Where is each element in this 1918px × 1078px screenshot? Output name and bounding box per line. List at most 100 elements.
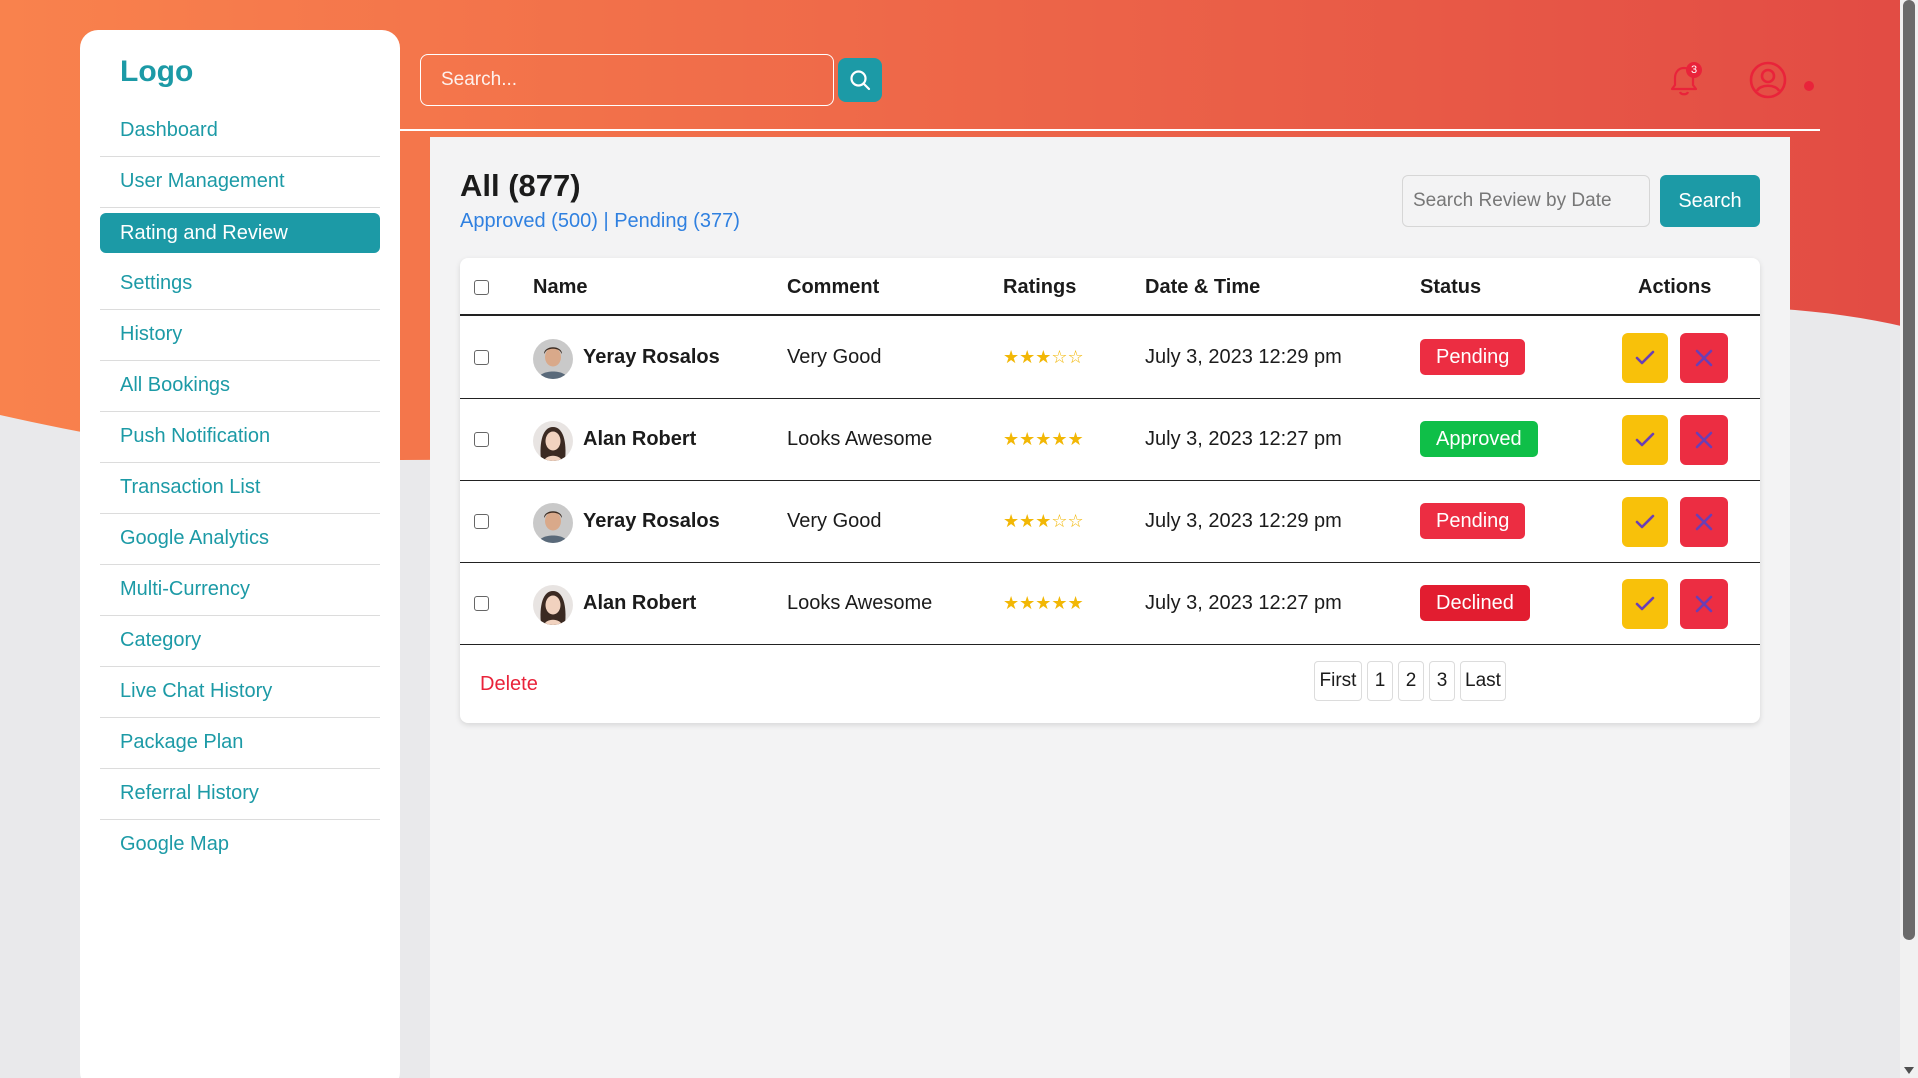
avatar bbox=[533, 339, 573, 379]
table-header: Name Comment Ratings Date & Time Status … bbox=[460, 258, 1760, 316]
avatar-image bbox=[533, 339, 573, 379]
column-header-date: Date & Time bbox=[1145, 276, 1261, 298]
status-badge: Declined bbox=[1420, 585, 1530, 621]
sidebar-item-transaction-list[interactable]: Transaction List bbox=[100, 463, 380, 514]
global-search-button[interactable] bbox=[838, 58, 882, 102]
avatar-image bbox=[533, 503, 573, 543]
column-header-name: Name bbox=[533, 276, 588, 298]
page-button-first[interactable]: First bbox=[1314, 661, 1362, 701]
sidebar-item-history[interactable]: History bbox=[100, 310, 380, 361]
row-checkbox[interactable] bbox=[474, 432, 489, 447]
avatar bbox=[533, 503, 573, 543]
sidebar-item-rating-and-review[interactable]: Rating and Review bbox=[100, 213, 380, 253]
reject-button[interactable] bbox=[1680, 415, 1728, 465]
sidebar: Logo Dashboard User Management Rating and … bbox=[80, 30, 400, 1078]
reviewer-name: Yeray Rosalos bbox=[583, 346, 720, 368]
header-divider bbox=[400, 129, 1820, 131]
table-row: Alan Robert Looks Awesome ★★★★★ July 3, 202… bbox=[460, 400, 1760, 481]
global-search-input[interactable] bbox=[441, 69, 821, 91]
check-icon bbox=[1635, 514, 1655, 529]
sidebar-item-live-chat-history[interactable]: Live Chat History bbox=[100, 667, 380, 718]
reviews-table: Name Comment Ratings Date & Time Status … bbox=[460, 258, 1760, 723]
avatar bbox=[533, 585, 573, 625]
select-all-checkbox[interactable] bbox=[474, 280, 489, 295]
review-date: July 3, 2023 12:29 pm bbox=[1145, 510, 1342, 532]
column-header-ratings: Ratings bbox=[1003, 276, 1077, 298]
avatar bbox=[533, 421, 573, 461]
column-header-comment: Comment bbox=[787, 276, 880, 298]
page-button-1[interactable]: 1 bbox=[1367, 661, 1393, 701]
status-badge: Approved bbox=[1420, 421, 1538, 457]
column-header-actions: Actions bbox=[1638, 276, 1712, 298]
check-icon bbox=[1635, 596, 1655, 611]
avatar-image bbox=[533, 585, 573, 625]
page-button-3[interactable]: 3 bbox=[1429, 661, 1455, 701]
review-comment: Very Good bbox=[787, 510, 882, 532]
scroll-down-arrow-icon[interactable] bbox=[1904, 1067, 1914, 1074]
star-rating: ★★★★★ bbox=[1003, 593, 1084, 613]
approve-button[interactable] bbox=[1622, 579, 1668, 629]
approve-button[interactable] bbox=[1622, 497, 1668, 547]
filter-approved-link[interactable]: Approved (500) bbox=[460, 210, 598, 232]
global-search-field[interactable] bbox=[420, 54, 834, 106]
approve-button[interactable] bbox=[1622, 415, 1668, 465]
row-checkbox[interactable] bbox=[474, 596, 489, 611]
pagination: First 1 2 3 Last bbox=[460, 661, 1760, 701]
filter-pending-link[interactable]: Pending (377) bbox=[614, 210, 740, 232]
review-comment: Very Good bbox=[787, 346, 882, 368]
close-icon bbox=[1695, 513, 1713, 531]
page-title: All (877) bbox=[460, 168, 581, 203]
sidebar-item-category[interactable]: Category bbox=[100, 616, 380, 667]
page-button-2[interactable]: 2 bbox=[1398, 661, 1424, 701]
sidebar-item-settings[interactable]: Settings bbox=[100, 259, 380, 310]
table-row: Alan Robert Looks Awesome ★★★★★ July 3, 202… bbox=[460, 564, 1760, 645]
close-icon bbox=[1695, 431, 1713, 449]
reviewer-name: Alan Robert bbox=[583, 428, 697, 450]
sidebar-item-referral-history[interactable]: Referral History bbox=[100, 769, 380, 820]
online-status-dot bbox=[1804, 81, 1814, 91]
table-row: Yeray Rosalos Very Good ★★★☆☆ July 3, 2023 … bbox=[460, 482, 1760, 563]
reject-button[interactable] bbox=[1680, 579, 1728, 629]
check-icon bbox=[1635, 432, 1655, 447]
page-scrollbar[interactable] bbox=[1900, 0, 1918, 1078]
review-comment: Looks Awesome bbox=[787, 592, 933, 614]
date-search-input[interactable] bbox=[1402, 175, 1650, 227]
row-checkbox[interactable] bbox=[474, 514, 489, 529]
sidebar-item-user-management[interactable]: User Management bbox=[100, 157, 380, 208]
approve-button[interactable] bbox=[1622, 333, 1668, 383]
row-checkbox[interactable] bbox=[474, 350, 489, 365]
star-rating: ★★★☆☆ bbox=[1003, 347, 1084, 367]
sidebar-item-package-plan[interactable]: Package Plan bbox=[100, 718, 380, 769]
scrollbar-thumb[interactable] bbox=[1903, 0, 1915, 940]
sidebar-item-dashboard[interactable]: Dashboard bbox=[100, 106, 380, 157]
review-date: July 3, 2023 12:27 pm bbox=[1145, 428, 1342, 450]
sidebar-item-push-notification[interactable]: Push Notification bbox=[100, 412, 380, 463]
review-comment: Looks Awesome bbox=[787, 428, 933, 450]
status-badge: Pending bbox=[1420, 339, 1526, 375]
star-rating: ★★★★★ bbox=[1003, 429, 1084, 449]
close-icon bbox=[1695, 349, 1713, 367]
star-rating: ★★★☆☆ bbox=[1003, 511, 1084, 531]
sidebar-item-all-bookings[interactable]: All Bookings bbox=[100, 361, 380, 412]
sidebar-nav: Dashboard User Management Rating and Revie… bbox=[100, 106, 380, 871]
search-icon bbox=[850, 70, 871, 91]
date-search-button[interactable]: Search bbox=[1660, 175, 1760, 227]
page-button-last[interactable]: Last bbox=[1460, 661, 1506, 701]
avatar-image bbox=[533, 421, 573, 461]
sidebar-item-google-analytics[interactable]: Google Analytics bbox=[100, 514, 380, 565]
reviewer-name: Alan Robert bbox=[583, 592, 697, 614]
close-icon bbox=[1695, 595, 1713, 613]
reject-button[interactable] bbox=[1680, 497, 1728, 547]
reject-button[interactable] bbox=[1680, 333, 1728, 383]
reviewer-name: Yeray Rosalos bbox=[583, 510, 720, 532]
logo: Logo bbox=[120, 55, 194, 88]
sidebar-item-multi-currency[interactable]: Multi-Currency bbox=[100, 565, 380, 616]
status-filter-links: Approved (500) | Pending (377) bbox=[460, 210, 740, 233]
notification-count-badge: 3 bbox=[1686, 62, 1702, 78]
user-circle-icon[interactable] bbox=[1748, 60, 1788, 100]
review-date: July 3, 2023 12:29 pm bbox=[1145, 346, 1342, 368]
sidebar-item-google-map[interactable]: Google Map bbox=[100, 820, 380, 871]
column-header-status: Status bbox=[1420, 276, 1482, 298]
check-icon bbox=[1635, 350, 1655, 365]
status-badge: Pending bbox=[1420, 503, 1526, 539]
